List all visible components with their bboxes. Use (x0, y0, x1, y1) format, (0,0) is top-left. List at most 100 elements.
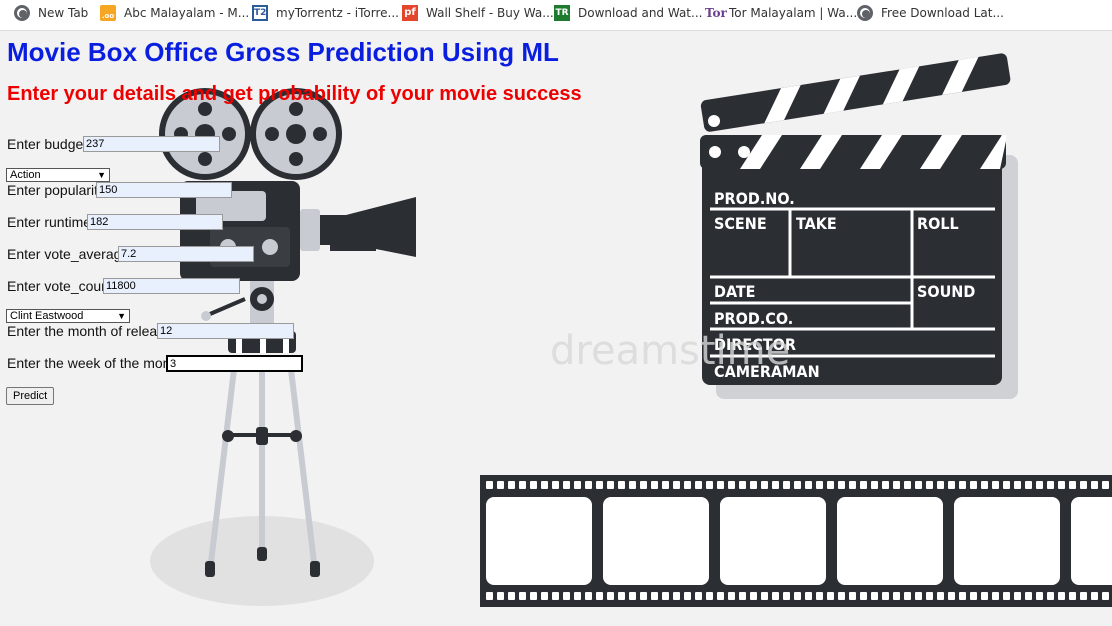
film-sprocket-hole (640, 481, 647, 489)
film-sprocket-hole (827, 592, 834, 600)
week-input[interactable] (166, 355, 303, 372)
film-sprocket-hole (508, 481, 515, 489)
film-sprocket-hole (1058, 481, 1065, 489)
film-sprocket-hole (959, 481, 966, 489)
bookmark-wall-shelf[interactable]: pf Wall Shelf - Buy Wa... (402, 0, 554, 26)
film-frame (603, 497, 709, 585)
genre-select[interactable]: Action ▼ (6, 168, 110, 182)
film-sprocket-hole (728, 481, 735, 489)
bookmark-label: Abc Malayalam - M... (124, 6, 250, 20)
page-subtitle: Enter your details and get probability o… (7, 83, 582, 105)
bookmark-download-watch[interactable]: TR Download and Wat... (554, 0, 702, 26)
bookmark-mytorrentz[interactable]: T2 myTorrentz - iTorre... (252, 0, 399, 26)
film-sprocket-hole (607, 592, 614, 600)
film-sprocket-hole (651, 481, 658, 489)
film-sprocket-hole (640, 592, 647, 600)
clapper-take: TAKE (796, 214, 837, 233)
film-sprocket-hole (486, 481, 493, 489)
chevron-down-icon: ▼ (97, 170, 106, 180)
film-sprocket-hole (706, 481, 713, 489)
film-sprocket-hole (860, 592, 867, 600)
film-sprocket-hole (1058, 592, 1065, 600)
film-sprocket-hole (706, 592, 713, 600)
popularity-label: Enter popularity (7, 182, 106, 198)
film-sprocket-hole (805, 481, 812, 489)
month-label: Enter the month of release (7, 323, 172, 339)
film-sprocket-hole (574, 592, 581, 600)
director-select[interactable]: Clint Eastwood ▼ (6, 309, 130, 323)
film-frame (720, 497, 826, 585)
film-sprocket-hole (904, 481, 911, 489)
film-sprocket-hole (618, 592, 625, 600)
film-sprocket-hole (937, 592, 944, 600)
bookmark-label: Tor Malayalam | Wa... (729, 6, 858, 20)
film-sprocket-hole (1080, 481, 1087, 489)
budget-label: Enter budget (7, 136, 88, 152)
film-sprocket-hole (1036, 481, 1043, 489)
film-sprocket-hole (728, 592, 735, 600)
clapper-prod-no: PROD.NO. (714, 189, 795, 208)
bookmark-free-download[interactable]: Free Download Lat... (857, 0, 1004, 26)
film-sprocket-hole (882, 592, 889, 600)
film-sprocket-hole (1069, 592, 1076, 600)
bookmark-tor-malayalam[interactable]: Tor Tor Malayalam | Wa... (705, 0, 857, 26)
film-sprocket-hole (1069, 481, 1076, 489)
bookmark-abc-malayalam[interactable]: .oo Abc Malayalam - M... (100, 0, 249, 26)
film-sprocket-hole (827, 481, 834, 489)
film-frame (954, 497, 1060, 585)
globe-icon (14, 5, 30, 21)
film-sprocket-hole (893, 481, 900, 489)
film-sprocket-hole (838, 481, 845, 489)
month-input[interactable] (157, 323, 294, 339)
film-sprocket-hole (519, 481, 526, 489)
film-frame (837, 497, 943, 585)
budget-input[interactable] (83, 136, 220, 152)
vote-average-input[interactable] (118, 246, 254, 262)
page-content: PROD.NO. SCENE TAKE ROLL DATE SOUND PROD… (0, 31, 1112, 626)
film-sprocket-hole (981, 592, 988, 600)
film-sprocket-hole (794, 592, 801, 600)
film-sprocket-hole (1091, 592, 1098, 600)
film-sprocket-hole (772, 481, 779, 489)
film-sprocket-hole (926, 481, 933, 489)
film-sprocket-hole (860, 481, 867, 489)
bookmark-label: Free Download Lat... (881, 6, 1004, 20)
bookmark-label: New Tab (38, 6, 89, 20)
film-sprocket-hole (970, 592, 977, 600)
film-sprocket-hole (585, 481, 592, 489)
film-strip-icon (480, 475, 1112, 607)
film-sprocket-hole (948, 481, 955, 489)
film-sprocket-hole (959, 592, 966, 600)
film-sprocket-hole (794, 481, 801, 489)
runtime-input[interactable] (87, 214, 223, 230)
vote-count-input[interactable] (103, 278, 240, 294)
film-sprocket-hole (750, 481, 757, 489)
film-sprocket-hole (1080, 592, 1087, 600)
film-sprocket-hole (629, 592, 636, 600)
film-sprocket-hole (552, 481, 559, 489)
film-sprocket-hole (750, 592, 757, 600)
popularity-input[interactable] (96, 182, 232, 198)
pepperfry-icon: pf (402, 5, 418, 21)
film-sprocket-hole (1003, 481, 1010, 489)
film-sprocket-hole (541, 592, 548, 600)
film-sprocket-hole (783, 592, 790, 600)
predict-button[interactable]: Predict (6, 387, 55, 405)
film-sprocket-hole (805, 592, 812, 600)
bookmark-label: Download and Wat... (578, 6, 703, 20)
film-sprocket-hole (563, 592, 570, 600)
bookmark-label: Wall Shelf - Buy Wa... (426, 6, 554, 20)
film-sprocket-hole (585, 592, 592, 600)
film-sprocket-hole (1025, 481, 1032, 489)
bookmark-new-tab[interactable]: New Tab (14, 0, 88, 26)
film-sprocket-hole (871, 481, 878, 489)
globe-icon (857, 5, 873, 21)
film-sprocket-hole (816, 481, 823, 489)
film-sprocket-hole (1091, 481, 1098, 489)
runtime-label: Enter runtime (7, 214, 92, 230)
chevron-down-icon: ▼ (117, 311, 126, 321)
film-sprocket-hole (937, 481, 944, 489)
vote-count-label: Enter vote_count (7, 278, 113, 294)
film-sprocket-hole (662, 481, 669, 489)
film-sprocket-hole (596, 481, 603, 489)
